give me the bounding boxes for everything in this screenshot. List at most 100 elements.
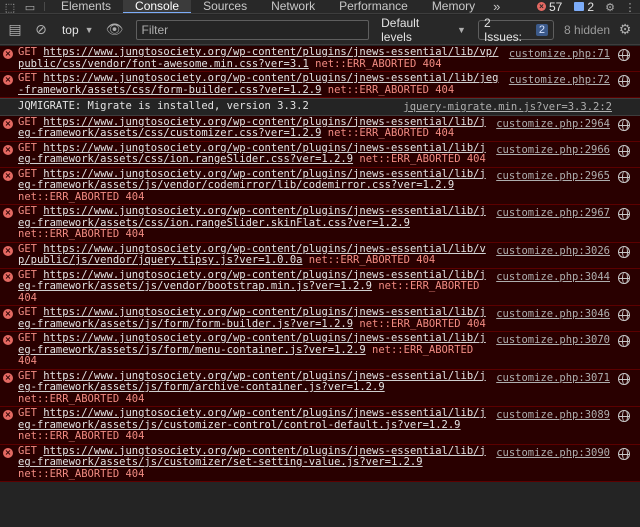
request-url-cont[interactable]: -framework/assets/css/form-builder.css?v…	[18, 84, 321, 96]
source-link[interactable]: customize.php:3089	[496, 409, 610, 422]
source-link[interactable]: customize.php:2967	[496, 207, 610, 220]
source-link[interactable]: customize.php:3090	[496, 447, 610, 460]
tab-elements[interactable]: Elements	[49, 0, 123, 13]
filter-input[interactable]	[135, 19, 370, 40]
console-error-message[interactable]: × GET https://www.jungtosociety.org/wp-co…	[0, 332, 640, 370]
request-url-cont[interactable]: eg-framework/assets/js/form/menu-contain…	[18, 344, 366, 356]
request-url-cont[interactable]: eg-framework/assets/js/form/form-builder…	[18, 318, 353, 330]
source-link[interactable]: customize.php:71	[509, 48, 610, 61]
source-link[interactable]: customize.php:2965	[496, 170, 610, 183]
request-url[interactable]: https://www.jungtosociety.org/wp-content…	[43, 445, 486, 457]
console-error-message[interactable]: × GET https://www.jungtosociety.org/wp-co…	[0, 167, 640, 205]
issues-button[interactable]: 2 Issues: 2	[477, 16, 555, 44]
source-link[interactable]: customize.php:3046	[496, 308, 610, 321]
console-error-message[interactable]: × GET https://www.jungtosociety.org/wp-co…	[0, 115, 640, 142]
more-tabs-button[interactable]: »	[487, 0, 506, 13]
request-url-cont[interactable]: eg-framework/assets/css/customizer.css?v…	[18, 127, 321, 139]
console-info-message[interactable]: JQMIGRATE: Migrate is installed, version…	[0, 98, 640, 116]
tab-console[interactable]: Console	[123, 0, 192, 13]
tab-network[interactable]: Network	[259, 0, 327, 13]
request-url[interactable]: https://www.jungtosociety.org/wp-content…	[43, 205, 486, 217]
tab-memory[interactable]: Memory	[420, 0, 487, 13]
eye-icon[interactable]: 👁	[104, 19, 126, 41]
method-label: GET	[18, 242, 44, 255]
request-url-cont[interactable]: public/css/vendor/font-awesome.min.css?v…	[18, 58, 309, 70]
globe-icon[interactable]	[618, 410, 630, 422]
error-status: 404	[18, 355, 37, 367]
globe-icon[interactable]	[618, 335, 630, 347]
request-url-cont[interactable]: eg-framework/assets/css/ion.rangeSlider.…	[18, 217, 410, 229]
method-label: GET	[18, 332, 44, 344]
request-url[interactable]: https://www.jungtosociety.org/wp-content…	[43, 142, 486, 154]
request-url[interactable]: https://www.jungtosociety.org/wp-content…	[43, 370, 486, 382]
globe-icon[interactable]	[618, 372, 630, 385]
error-status: net::ERR_ABORTED 404	[302, 254, 436, 266]
tab-sources[interactable]: Sources	[191, 0, 259, 13]
message-line: eg-framework/assets/css/ion.rangeSlider.…	[18, 153, 498, 166]
globe-icon[interactable]	[618, 271, 630, 284]
method-label: GET	[18, 268, 44, 281]
request-url[interactable]: https://www.jungtosociety.org/wp-content…	[43, 306, 486, 318]
console-error-message[interactable]: × GET https://www.jungtosociety.org/wp-co…	[0, 306, 640, 332]
globe-icon[interactable]	[618, 447, 630, 460]
inspect-element-icon[interactable]: ⬚	[0, 0, 20, 14]
message-counter-button[interactable]: 2	[568, 0, 600, 13]
source-link[interactable]: customize.php:2964	[496, 118, 610, 131]
log-levels-dropdown[interactable]: Default levels ▼	[377, 16, 470, 44]
error-status: net::ERR_ABORTED 404	[308, 57, 442, 70]
request-url-cont[interactable]: eg-framework/assets/js/vendor/bootstrap.…	[18, 280, 372, 292]
console-error-message[interactable]: × GET https://www.jungtosociety.org/wp-co…	[0, 268, 640, 306]
request-url[interactable]: https://www.jungtosociety.org/wp-content…	[43, 72, 498, 84]
request-url-cont[interactable]: p/public/js/vendor/jquery.tipsy.js?ver=1…	[18, 254, 302, 266]
error-status: net::ERR_ABORTED	[365, 343, 474, 356]
globe-icon[interactable]	[618, 144, 630, 157]
globe-icon[interactable]	[618, 49, 630, 61]
sidebar-toggle-icon[interactable]: ▤	[4, 19, 26, 41]
request-url[interactable]: https://www.jungtosociety.org/wp-content…	[43, 243, 486, 255]
tab-performance[interactable]: Performance	[327, 0, 420, 13]
console-error-message[interactable]: × GET https://www.jungtosociety.org/wp-co…	[0, 369, 640, 407]
globe-icon[interactable]	[618, 118, 630, 131]
request-url-cont[interactable]: eg-framework/assets/js/form/archive-cont…	[18, 381, 385, 393]
request-url[interactable]: https://www.jungtosociety.org/wp-content…	[43, 269, 486, 281]
request-url-cont[interactable]: eg-framework/assets/css/ion.rangeSlider.…	[18, 153, 353, 165]
globe-icon[interactable]	[618, 309, 630, 321]
request-url[interactable]: https://www.jungtosociety.org/wp-content…	[43, 407, 486, 419]
request-url-cont[interactable]: eg-framework/assets/js/customizer/set-se…	[18, 456, 423, 468]
source-link[interactable]: customize.php:72	[509, 74, 610, 87]
globe-icon[interactable]	[618, 170, 630, 183]
console-messages[interactable]: × GET https://www.jungtosociety.org/wp-co…	[0, 46, 640, 527]
source-link[interactable]: customize.php:3026	[496, 245, 610, 258]
message-line: eg-framework/assets/js/vendor/codemirror…	[18, 179, 498, 192]
error-counter-button[interactable]: × 57	[531, 0, 568, 13]
console-error-message[interactable]: × GET https://www.jungtosociety.org/wp-co…	[0, 205, 640, 243]
console-error-message[interactable]: × GET https://www.jungtosociety.org/wp-co…	[0, 141, 640, 168]
request-url[interactable]: https://www.jungtosociety.org/wp-content…	[43, 332, 486, 344]
request-url[interactable]: https://www.jungtosociety.org/wp-content…	[43, 168, 486, 180]
request-url[interactable]: https://www.jungtosociety.org/wp-content…	[43, 46, 498, 58]
context-selector[interactable]: top ▼	[56, 23, 100, 37]
console-error-message[interactable]: × GET https://www.jungtosociety.org/wp-co…	[0, 444, 640, 482]
clear-console-icon[interactable]: ⊘	[30, 19, 52, 41]
source-link[interactable]: customize.php:3070	[496, 334, 610, 347]
gear-icon[interactable]: ⚙	[600, 0, 620, 14]
globe-icon[interactable]	[618, 245, 630, 258]
console-error-message[interactable]: × GET https://www.jungtosociety.org/wp-co…	[0, 46, 640, 72]
error-status: net::ERR_ABORTED 404	[353, 153, 486, 165]
source-link[interactable]: customize.php:3071	[496, 372, 610, 385]
console-error-message[interactable]: × GET https://www.jungtosociety.org/wp-co…	[0, 407, 640, 445]
request-url-cont[interactable]: eg-framework/assets/js/vendor/codemirror…	[18, 179, 454, 191]
source-link[interactable]: jquery-migrate.min.js?ver=3.3.2:2	[403, 101, 612, 114]
request-url-cont[interactable]: eg-framework/assets/js/customizer-contro…	[18, 419, 461, 431]
kebab-icon[interactable]: ⋮	[620, 0, 640, 14]
gear-icon[interactable]: ⚙	[614, 19, 636, 41]
request-url[interactable]: https://www.jungtosociety.org/wp-content…	[43, 116, 486, 128]
globe-icon[interactable]	[618, 208, 630, 220]
source-link[interactable]: customize.php:2966	[496, 144, 610, 157]
error-status: net::ERR_ABORTED 404	[18, 392, 145, 405]
source-link[interactable]: customize.php:3044	[496, 271, 610, 284]
console-error-message[interactable]: × GET https://www.jungtosociety.org/wp-co…	[0, 72, 640, 98]
device-toolbar-icon[interactable]: ▭	[20, 0, 40, 14]
console-error-message[interactable]: × GET https://www.jungtosociety.org/wp-co…	[0, 242, 640, 269]
globe-icon[interactable]	[618, 75, 630, 87]
